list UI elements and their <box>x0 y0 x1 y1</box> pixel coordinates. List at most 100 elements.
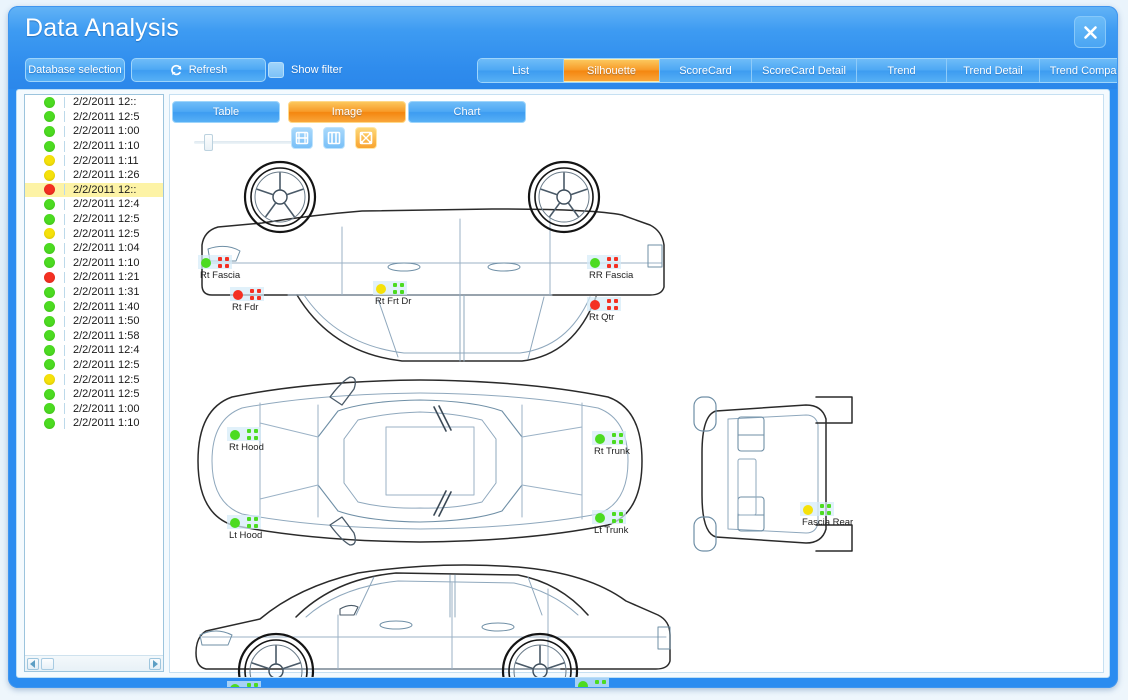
list-item[interactable]: 2/2/2011 1:00 <box>25 124 163 139</box>
scrollbar-thumb[interactable] <box>41 658 54 670</box>
list-item-timestamp: 2/2/2011 12:: <box>73 96 137 109</box>
list-item[interactable]: 2/2/2011 12:5 <box>25 226 163 241</box>
view-mode-tabs[interactable]: Table Image Chart <box>170 101 1103 123</box>
status-red-icon <box>44 271 55 283</box>
list-item-timestamp: 2/2/2011 12:4 <box>73 198 140 211</box>
marker-status-green-icon <box>595 512 605 523</box>
status-yellow-icon <box>44 374 55 386</box>
tab-image[interactable]: Image <box>288 101 406 123</box>
list-item-timestamp: 2/2/2011 12:5 <box>73 358 140 371</box>
list-item[interactable]: 2/2/2011 12:: <box>25 95 163 110</box>
silhouette-marker[interactable]: Rt Fascia <box>198 255 240 281</box>
tab-trend-detail[interactable]: Trend Detail <box>947 59 1040 82</box>
show-filter-checkbox[interactable] <box>268 62 284 78</box>
list-item[interactable]: 2/2/2011 1:10 <box>25 139 163 154</box>
list-item[interactable]: 2/2/2011 12:5 <box>25 358 163 373</box>
refresh-button[interactable]: Refresh <box>131 58 266 82</box>
list-item[interactable]: 2/2/2011 1:11 <box>25 153 163 168</box>
record-list-panel[interactable]: 2/2/2011 12:: 2/2/2011 12:5 2/2/2011 1:00 2… <box>24 94 164 672</box>
silhouette-marker[interactable]: Rt Frt Dr <box>373 281 411 307</box>
column-separator <box>64 155 65 167</box>
column-separator <box>64 169 65 181</box>
tab-list[interactable]: List <box>478 59 564 82</box>
column-separator <box>64 359 65 371</box>
split-horizontal-icon[interactable] <box>291 127 313 149</box>
list-item[interactable]: 2/2/2011 1:10 <box>25 256 163 271</box>
silhouette-marker[interactable]: Lt Fdr <box>227 681 261 688</box>
marker-quad-red-icon <box>607 299 618 310</box>
silhouette-marker[interactable]: Lt Trunk <box>592 510 628 536</box>
marker-status-red-icon <box>590 299 600 310</box>
tab-silhouette[interactable]: Silhouette <box>564 59 660 82</box>
list-item-timestamp: 2/2/2011 1:10 <box>73 417 140 430</box>
body-panel: 2/2/2011 12:: 2/2/2011 12:5 2/2/2011 1:00 2… <box>16 89 1110 688</box>
list-item[interactable]: 2/2/2011 1:21 <box>25 270 163 285</box>
list-item[interactable]: 2/2/2011 12:4 <box>25 197 163 212</box>
column-separator <box>64 301 65 313</box>
status-green-icon <box>44 330 55 342</box>
list-item[interactable]: 2/2/2011 12:5 <box>25 212 163 227</box>
list-item[interactable]: 2/2/2011 1:04 <box>25 241 163 256</box>
list-item[interactable]: 2/2/2011 1:40 <box>25 299 163 314</box>
silhouette-marker[interactable]: Rt Fdr <box>230 287 264 313</box>
database-selection-button[interactable]: Database selection <box>25 58 125 82</box>
tab-scorecard[interactable]: ScoreCard <box>660 59 752 82</box>
list-horizontal-scrollbar[interactable] <box>25 655 163 671</box>
silhouette-marker[interactable]: Lt Qtr <box>575 678 609 688</box>
zoom-slider[interactable] <box>194 133 304 151</box>
marker-quad-green-icon <box>595 680 606 688</box>
marker-status-green-icon <box>578 680 588 688</box>
silhouette-marker[interactable]: RR Fascia <box>587 255 633 281</box>
page-title: Data Analysis <box>25 14 180 42</box>
column-separator <box>64 228 65 240</box>
main-tab-strip[interactable]: List Silhouette ScoreCard ScoreCard Detail T… <box>477 58 1118 83</box>
list-item[interactable]: 2/2/2011 1:00 <box>25 401 163 416</box>
list-item-timestamp: 2/2/2011 1:00 <box>73 125 140 138</box>
window-titlebar: Data Analysis Database selection Refresh <box>8 6 1118 89</box>
vehicle-line-art <box>195 160 853 677</box>
zoom-slider-thumb[interactable] <box>204 134 213 151</box>
marker-label: Rt Frt Dr <box>375 296 412 307</box>
list-item[interactable]: 2/2/2011 1:58 <box>25 329 163 344</box>
column-separator <box>64 344 65 356</box>
silhouette-marker[interactable]: Rt Qtr <box>587 297 621 323</box>
show-filter-control[interactable]: Show filter <box>268 58 342 82</box>
list-item-timestamp: 2/2/2011 12:5 <box>73 227 140 240</box>
status-green-icon <box>44 140 55 152</box>
silhouette-marker[interactable]: Rt Hood <box>227 427 264 453</box>
silhouette-marker[interactable]: Lt Hood <box>227 515 262 541</box>
status-green-icon <box>44 403 55 415</box>
marker-quad-red-icon <box>607 257 618 268</box>
list-item[interactable]: 2/2/2011 12:5 <box>25 387 163 402</box>
close-icon[interactable] <box>1074 16 1106 48</box>
list-item[interactable]: 2/2/2011 1:50 <box>25 314 163 329</box>
list-item[interactable]: 2/2/2011 12:5 <box>25 110 163 125</box>
status-green-icon <box>44 359 55 371</box>
list-item[interactable]: 2/2/2011 1:26 <box>25 168 163 183</box>
marker-status-yellow-icon <box>376 283 386 294</box>
arrow-right-icon[interactable] <box>149 658 161 670</box>
show-filter-label: Show filter <box>291 64 343 76</box>
tab-chart[interactable]: Chart <box>408 101 526 123</box>
list-item[interactable]: 2/2/2011 1:31 <box>25 285 163 300</box>
list-item[interactable]: 2/2/2011 12:5 <box>25 372 163 387</box>
record-list[interactable]: 2/2/2011 12:: 2/2/2011 12:5 2/2/2011 1:00 2… <box>25 95 163 655</box>
tab-trend[interactable]: Trend <box>857 59 947 82</box>
silhouette-marker[interactable]: Fascia Rear <box>800 502 853 528</box>
fit-to-window-icon[interactable] <box>355 127 377 149</box>
split-vertical-icon[interactable] <box>323 127 345 149</box>
marker-label: Rt Hood <box>229 442 264 453</box>
silhouette-marker[interactable]: Rt Trunk <box>592 431 630 457</box>
refresh-label: Refresh <box>188 64 228 76</box>
tab-scorecard-detail[interactable]: ScoreCard Detail <box>752 59 857 82</box>
list-item[interactable]: 2/2/2011 12:4 <box>25 343 163 358</box>
list-item[interactable]: 2/2/2011 12:: <box>25 182 163 198</box>
list-item[interactable]: 2/2/2011 1:10 <box>25 416 163 431</box>
column-separator <box>64 111 65 123</box>
arrow-left-icon[interactable] <box>27 658 39 670</box>
tab-trend-compare[interactable]: Trend Compare <box>1040 59 1118 82</box>
status-green-icon <box>44 96 55 108</box>
data-analysis-window: Data Analysis Database selection Refresh <box>8 6 1118 688</box>
tab-table[interactable]: Table <box>172 101 280 123</box>
list-item-timestamp: 2/2/2011 1:00 <box>73 402 140 415</box>
